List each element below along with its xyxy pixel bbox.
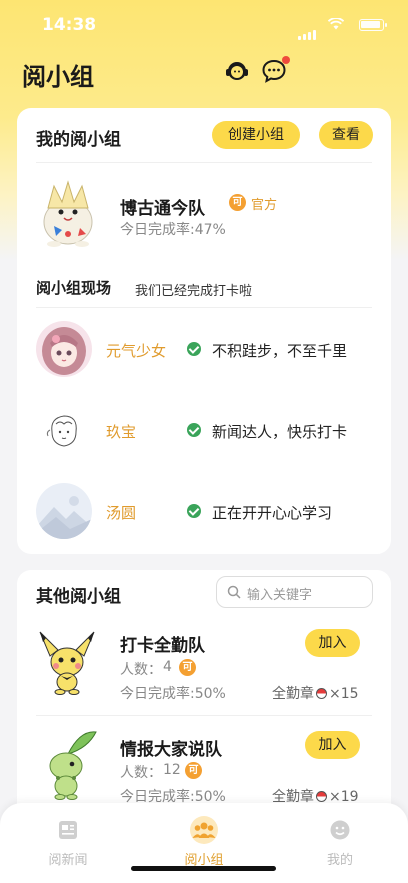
check-icon xyxy=(187,342,201,356)
news-icon xyxy=(59,821,77,839)
bottom-tab-bar: 阅新闻 阅小组 我的 xyxy=(0,803,408,883)
scene-message: 正在开开心心学习 xyxy=(212,504,333,522)
team-avatar-chikorita xyxy=(49,731,97,800)
pokeball-icon xyxy=(316,791,327,802)
scene-subtitle: 我们已经完成打卡啦 xyxy=(135,284,253,299)
pokeball-icon xyxy=(316,688,327,699)
tab-news[interactable]: 阅新闻 xyxy=(33,819,103,868)
unread-dot xyxy=(282,56,290,64)
team-members-count: 12 xyxy=(163,762,181,778)
team-members-count: 4 xyxy=(163,659,172,675)
create-group-button[interactable]: 创建小组 xyxy=(212,121,300,149)
team-completion: 今日完成率:50% xyxy=(120,686,226,702)
join-button[interactable]: 加入 xyxy=(305,731,360,759)
level-badge: 可 xyxy=(179,659,196,676)
tab-label: 阅新闻 xyxy=(48,853,88,868)
medal-label: 全勤章 xyxy=(272,686,314,702)
divider xyxy=(36,162,372,163)
other-groups-title: 其他阅小组 xyxy=(36,587,121,607)
level-badge: 可 xyxy=(185,762,202,779)
profile-icon xyxy=(330,820,350,840)
tab-label: 我的 xyxy=(326,853,353,868)
team-members-label: 人数： xyxy=(120,765,162,781)
home-indicator xyxy=(131,866,276,871)
team-avatar-pichu xyxy=(39,631,95,695)
battery-icon xyxy=(359,19,387,31)
search-input[interactable]: 输入关键字 xyxy=(216,576,373,608)
scene-user-name[interactable]: 玖宝 xyxy=(106,421,136,442)
team-name[interactable]: 情报大家说队 xyxy=(120,735,222,760)
level-badge: 可 xyxy=(229,194,246,211)
official-tag: 官方 xyxy=(251,198,278,213)
customer-service-icon[interactable] xyxy=(224,58,250,84)
tab-profile[interactable]: 我的 xyxy=(305,819,375,868)
check-icon xyxy=(187,423,201,437)
medal-count: ×15 xyxy=(329,686,359,702)
my-team-name[interactable]: 博古通今队 xyxy=(120,194,205,219)
team-avatar xyxy=(43,180,93,247)
my-team-completion: 今日完成率:47% xyxy=(120,222,226,238)
user-avatar-yuanqi[interactable] xyxy=(36,321,92,377)
status-time: 14:38 xyxy=(42,15,97,35)
user-avatar-jiubao[interactable] xyxy=(36,402,92,458)
scene-message: 新闻达人，快乐打卡 xyxy=(212,423,348,441)
my-group-title: 我的阅小组 xyxy=(36,130,121,150)
team-members-label: 人数： xyxy=(120,662,162,678)
cellular-signal-icon xyxy=(298,21,318,40)
medal-info: 全勤章 ×15 xyxy=(272,683,359,703)
scene-user-name[interactable]: 汤圆 xyxy=(106,502,136,523)
scene-message: 不积跬步，不至千里 xyxy=(212,342,348,360)
join-button[interactable]: 加入 xyxy=(305,629,360,657)
divider xyxy=(36,307,372,308)
search-icon xyxy=(227,585,241,599)
view-group-button[interactable]: 查看 xyxy=(319,121,373,149)
team-name[interactable]: 打卡全勤队 xyxy=(120,631,205,656)
tab-group[interactable]: 阅小组 xyxy=(169,816,239,868)
scene-user-name[interactable]: 元气少女 xyxy=(106,340,166,361)
group-icon xyxy=(190,816,218,844)
check-icon xyxy=(187,504,201,518)
page-title: 阅小组 xyxy=(22,63,94,91)
user-avatar-tangyuan[interactable] xyxy=(36,483,92,539)
scene-title: 阅小组现场 xyxy=(36,279,112,297)
status-bar: 14:38 xyxy=(0,0,408,44)
wifi-icon xyxy=(328,18,344,30)
divider xyxy=(36,715,372,716)
search-placeholder: 输入关键字 xyxy=(247,588,313,603)
